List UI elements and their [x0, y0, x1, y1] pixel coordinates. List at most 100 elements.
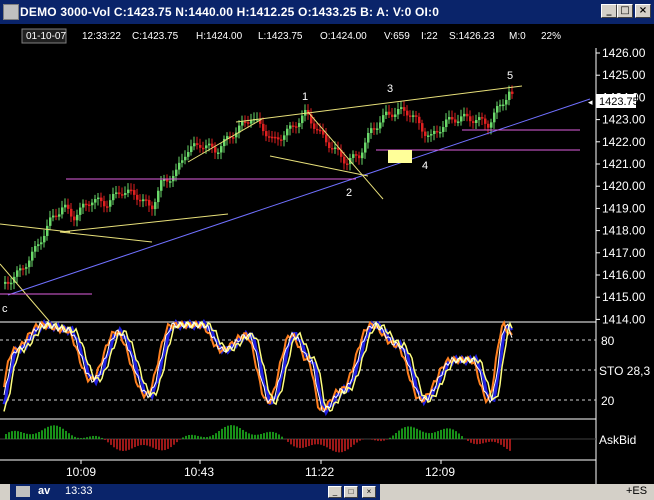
- maximize-button[interactable]: □: [617, 4, 633, 18]
- price-bar: [508, 91, 511, 100]
- price-axis-label: 1419.00: [602, 201, 646, 215]
- wave-label-3: 3: [387, 83, 393, 95]
- minimized-maximize-button[interactable]: □: [344, 486, 358, 498]
- price-bar: [334, 147, 337, 149]
- price-bar: [106, 206, 109, 208]
- app-icon[interactable]: [3, 4, 19, 20]
- close-button[interactable]: ×: [635, 4, 651, 18]
- price-axis-label: 1425.00: [602, 68, 646, 82]
- wave1-trendline: [187, 118, 263, 163]
- price-bar: [361, 152, 364, 159]
- target-zone-box: [388, 150, 412, 163]
- price-bar: [481, 117, 484, 119]
- info-time: 12:33:22: [82, 31, 121, 42]
- minimized-window-titlebar[interactable]: av 13:33 _ □ ×: [10, 484, 380, 500]
- price-bar: [445, 119, 448, 128]
- stoch-label: STO 28,3: [599, 364, 650, 378]
- info-m: M:0: [509, 31, 526, 42]
- price-bar: [40, 242, 43, 245]
- window-title: DEMO 3000-Vol C:1423.75 N:1440.00 H:1412…: [20, 5, 440, 19]
- price-bar: [403, 107, 406, 111]
- price-bar: [271, 136, 274, 139]
- price-bar: [427, 135, 430, 137]
- price-bar: [157, 190, 160, 203]
- price-bar: [457, 121, 460, 123]
- price-bar: [442, 127, 445, 132]
- price-bar: [493, 112, 496, 123]
- price-bar: [37, 244, 40, 247]
- price-bar: [325, 134, 328, 143]
- price-bar: [484, 118, 487, 124]
- price-bar: [190, 146, 193, 153]
- price-bar: [511, 91, 514, 94]
- price-bar: [7, 281, 10, 284]
- info-low: L:1423.75: [258, 31, 303, 42]
- price-bar: [127, 189, 130, 194]
- price-bar: [169, 181, 172, 183]
- price-bar: [385, 111, 388, 116]
- price-bar: [151, 205, 154, 210]
- minimize-button[interactable]: _: [601, 4, 617, 18]
- price-bar: [433, 130, 436, 135]
- price-bar: [373, 128, 376, 130]
- price-bars: [4, 85, 514, 290]
- price-axis: 1426.001425.001424.001423.001422.001421.…: [596, 46, 646, 326]
- stochastic-pane: 80 STO 28,3 20: [0, 318, 650, 417]
- info-date: 01-10-07: [26, 31, 66, 42]
- price-bar: [205, 145, 208, 149]
- price-bar: [280, 139, 283, 141]
- price-bar: [397, 108, 400, 115]
- price-bar: [409, 115, 412, 117]
- price-bar: [142, 199, 145, 202]
- price-bar: [448, 117, 451, 120]
- price-axis-label: 1415.00: [602, 290, 646, 304]
- price-bar: [232, 137, 235, 139]
- wave-labels: 1 2 3 4 5 c: [2, 70, 513, 315]
- price-bar: [328, 142, 331, 149]
- price-bar: [331, 148, 334, 150]
- price-bar: [85, 203, 88, 206]
- stoch-20-label: 20: [601, 394, 615, 408]
- window-titlebar[interactable]: DEMO 3000-Vol C:1423.75 N:1440.00 H:1412…: [0, 0, 654, 24]
- price-bar: [250, 120, 253, 124]
- price-bar: [4, 281, 7, 284]
- wave2-channel-a: [307, 111, 384, 200]
- price-bar: [217, 152, 220, 154]
- price-bar: [241, 121, 244, 126]
- minimized-minimize-button[interactable]: _: [328, 486, 342, 498]
- minimized-window-icon[interactable]: [16, 486, 30, 497]
- price-bar: [277, 137, 280, 140]
- time-label-1122: 11:22: [305, 465, 334, 479]
- price-bar: [313, 123, 316, 129]
- price-bar: [244, 121, 247, 124]
- price-bar: [73, 216, 76, 221]
- chart-area[interactable]: 01-10-07 12:33:22 C:1423.75 H:1424.00 L:…: [0, 24, 654, 484]
- price-bar: [472, 121, 475, 123]
- price-bar: [109, 200, 112, 207]
- time-label-1043: 10:43: [184, 465, 214, 479]
- price-bar: [298, 123, 301, 127]
- price-bar: [424, 131, 427, 136]
- info-open: O:1424.00: [320, 31, 367, 42]
- price-bar: [286, 128, 289, 136]
- price-bar: [94, 199, 97, 203]
- price-bar: [61, 207, 64, 215]
- price-bar: [148, 199, 151, 206]
- info-percent: 22%: [541, 31, 561, 42]
- bottom-symbol: +ES: [626, 485, 648, 497]
- info-high: H:1424.00: [196, 31, 243, 42]
- price-axis-label: 1426.00: [602, 46, 646, 60]
- price-bar: [76, 214, 79, 221]
- price-axis-label: 1417.00: [602, 246, 646, 260]
- price-bar: [175, 169, 178, 177]
- time-axis: 10:09 10:43 11:22 12:09: [66, 460, 455, 479]
- minimized-close-button[interactable]: ×: [362, 486, 376, 498]
- price-bar: [100, 197, 103, 202]
- info-volume: V:659: [384, 31, 410, 42]
- price-bar: [184, 156, 187, 161]
- info-interval: I:22: [421, 31, 438, 42]
- price-bar: [478, 117, 481, 121]
- price-bar: [466, 113, 469, 117]
- price-bar: [247, 122, 250, 124]
- price-bar: [268, 136, 271, 138]
